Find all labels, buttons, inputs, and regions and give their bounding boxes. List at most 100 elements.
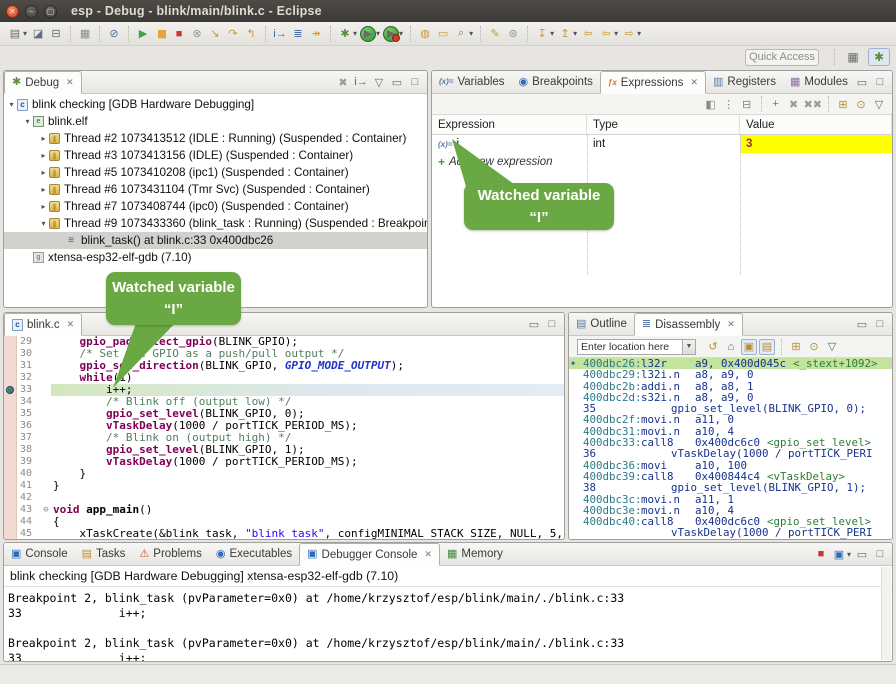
forward-dropdown[interactable]: ▾ [637, 29, 641, 38]
editor-content[interactable]: 29 gpio_pad_select_gpio(BLINK_GPIO);30 /… [4, 336, 564, 540]
view-menu-icon[interactable]: ▽ [371, 74, 387, 90]
close-icon[interactable]: ✕ [424, 549, 432, 560]
run-icon[interactable]: ▶ [360, 26, 376, 42]
expand-col-icon[interactable]: ▸ [38, 168, 49, 177]
close-button[interactable]: ✕ [6, 5, 19, 18]
skip-all-breakpoints-icon[interactable]: ⊘ [106, 26, 122, 42]
console-output[interactable]: Breakpoint 2, blink_task (pvParameter=0x… [4, 587, 892, 662]
disasm-tab-outline[interactable]: ▤Outline [569, 313, 634, 335]
column-header-type[interactable]: Type [587, 115, 740, 134]
step-into-icon[interactable]: ↘ [207, 26, 223, 42]
resume-icon[interactable]: ▶ [135, 26, 151, 42]
close-icon[interactable]: ✕ [727, 319, 735, 330]
step-over-icon[interactable]: ↷ [225, 26, 241, 42]
mark-occurrences-icon[interactable]: ✎ [487, 26, 503, 42]
debug-tab-debug[interactable]: ✱Debug✕ [4, 71, 82, 94]
show-logical-structures-icon[interactable]: ⋮ [721, 96, 737, 112]
next-annotation-icon[interactable]: ↥ [557, 26, 573, 42]
bottom-tab-problems[interactable]: ⚠Problems [132, 543, 208, 565]
debug-tree-row[interactable]: ▸∥Thread #5 1073410208 (ipc1) (Suspended… [4, 164, 427, 181]
expand-col-icon[interactable]: ▸ [38, 202, 49, 211]
forward-icon[interactable]: ⇨ [621, 26, 637, 42]
last-edit-location-icon[interactable]: ↧ [534, 26, 550, 42]
remove-expression-icon[interactable]: ✖ [786, 96, 802, 112]
debug-tree-row[interactable]: ▾cblink checking [GDB Hardware Debugging… [4, 96, 427, 113]
terminate-icon[interactable]: ■ [171, 26, 187, 42]
bottom-tab-tasks[interactable]: ▤Tasks [75, 543, 133, 565]
remove-all-terminated-icon[interactable]: ✖ [335, 74, 351, 90]
new-wizard-icon[interactable]: ▤ [7, 26, 23, 42]
disconnect-icon[interactable]: ⊗ [189, 26, 205, 42]
editor-line[interactable]: 39 vTaskDelay(1000 / portTICK_PERIOD_MS)… [4, 456, 564, 468]
new-view-icon[interactable]: ⊞ [788, 339, 804, 355]
editor-line[interactable]: 45 xTaskCreate(&blink_task, "blink_task"… [4, 528, 564, 540]
expand-exp-icon[interactable]: ▾ [38, 219, 49, 228]
pin-view-icon[interactable]: ⊙ [806, 339, 822, 355]
debug-dropdown[interactable]: ▾ [353, 29, 357, 38]
save-all-icon[interactable]: ⊟ [48, 26, 64, 42]
display-selected-console-icon[interactable]: ▣ [831, 546, 847, 562]
expand-col-icon[interactable]: ▸ [38, 185, 49, 194]
bottom-tab-debugger-console[interactable]: ▣Debugger Console✕ [299, 543, 440, 566]
maximize-button[interactable]: ▢ [44, 5, 57, 18]
location-dropdown[interactable]: ▼ [683, 339, 696, 355]
debug-tree-row[interactable]: ▸∥Thread #2 1073413512 (IDLE : Running) … [4, 130, 427, 147]
use-step-filters-icon[interactable]: ↠ [308, 26, 324, 42]
minimize-button[interactable]: – [25, 5, 38, 18]
next-annotation-dropdown[interactable]: ▾ [573, 29, 577, 38]
search-icon[interactable]: ⌕ [453, 26, 469, 42]
add-expression-icon[interactable]: + [768, 96, 784, 112]
disasm-content[interactable]: ◆400dbc26:l32ra9, 0x400d045c<_stext+1092… [569, 358, 892, 539]
fold-marker[interactable]: ⊖ [41, 504, 51, 516]
run-dropdown[interactable]: ▾ [376, 29, 380, 38]
editor-line[interactable]: 43⊖void app_main() [4, 504, 564, 516]
debug-tree-row[interactable]: ▾eblink.elf [4, 113, 427, 130]
build-icon[interactable]: ▦ [77, 26, 93, 42]
expand-exp-icon[interactable]: ▾ [22, 117, 33, 126]
debug-tree-row[interactable]: ≡blink_task() at blink.c:33 0x400dbc26 [4, 232, 427, 249]
editor-line[interactable]: 40 } [4, 468, 564, 480]
expand-col-icon[interactable]: ▸ [38, 151, 49, 160]
maximize-icon[interactable]: □ [872, 316, 888, 332]
open-resource-icon[interactable]: ▭ [435, 26, 451, 42]
sync-active-context-icon[interactable]: ▣ [741, 339, 757, 355]
suspend-icon[interactable]: ▮▮ [153, 26, 169, 42]
disasm-tab-disassembly[interactable]: ≣Disassembly✕ [634, 313, 743, 336]
view-menu-icon[interactable]: ▽ [824, 339, 840, 355]
minimize-icon[interactable]: ▭ [389, 74, 405, 90]
debug-tree-row[interactable]: ▸∥Thread #6 1073431104 (Tmr Svc) (Suspen… [4, 181, 427, 198]
expression-row[interactable]: (x)=iint3 [432, 135, 892, 153]
editor-line[interactable]: 41} [4, 480, 564, 492]
minimize-icon[interactable]: ▭ [854, 316, 870, 332]
open-perspective-button[interactable]: ▦ [842, 48, 864, 66]
back-history-icon[interactable]: ⇦ [598, 26, 614, 42]
external-tools-icon[interactable]: ▶ [383, 26, 399, 42]
console-scrollbar[interactable] [881, 567, 891, 660]
column-divider[interactable] [740, 135, 741, 275]
debug-icon[interactable]: ✱ [337, 26, 353, 42]
new-wizard-dropdown[interactable]: ▾ [23, 29, 27, 38]
show-type-names-icon[interactable]: ◧ [703, 96, 719, 112]
maximize-icon[interactable]: □ [872, 74, 888, 90]
close-icon[interactable]: ✕ [67, 319, 75, 330]
location-input[interactable]: Enter location here [577, 339, 683, 355]
debug-perspective-button[interactable]: ✱ [868, 48, 890, 66]
show-source-icon[interactable]: ▤ [759, 339, 775, 355]
editor-tab-blink-c[interactable]: cblink.c✕ [4, 313, 82, 336]
debug-tree-row[interactable]: gxtensa-esp32-elf-gdb (7.10) [4, 249, 427, 266]
remove-all-expressions-icon[interactable]: ✖✖ [804, 96, 822, 112]
refresh-icon[interactable]: ↺ [705, 339, 721, 355]
expr-tab-breakpoints[interactable]: ◉Breakpoints [512, 71, 600, 93]
close-icon[interactable]: ✕ [690, 77, 698, 88]
expand-exp-icon[interactable]: ▾ [6, 100, 17, 109]
expr-tab-expressions[interactable]: ƒxExpressions✕ [600, 71, 706, 94]
home-icon[interactable]: ⌂ [723, 339, 739, 355]
expr-tab-modules[interactable]: ▦Modules [783, 71, 855, 93]
minimize-icon[interactable]: ▭ [854, 74, 870, 90]
column-header-expression[interactable]: Expression [432, 115, 587, 134]
column-header-value[interactable]: Value [740, 115, 892, 134]
back-history-dropdown[interactable]: ▾ [614, 29, 618, 38]
expand-col-icon[interactable]: ▸ [38, 134, 49, 143]
expr-tab-registers[interactable]: ▥Registers [706, 71, 783, 93]
add-expression-row[interactable]: +Add new expression [432, 153, 892, 171]
